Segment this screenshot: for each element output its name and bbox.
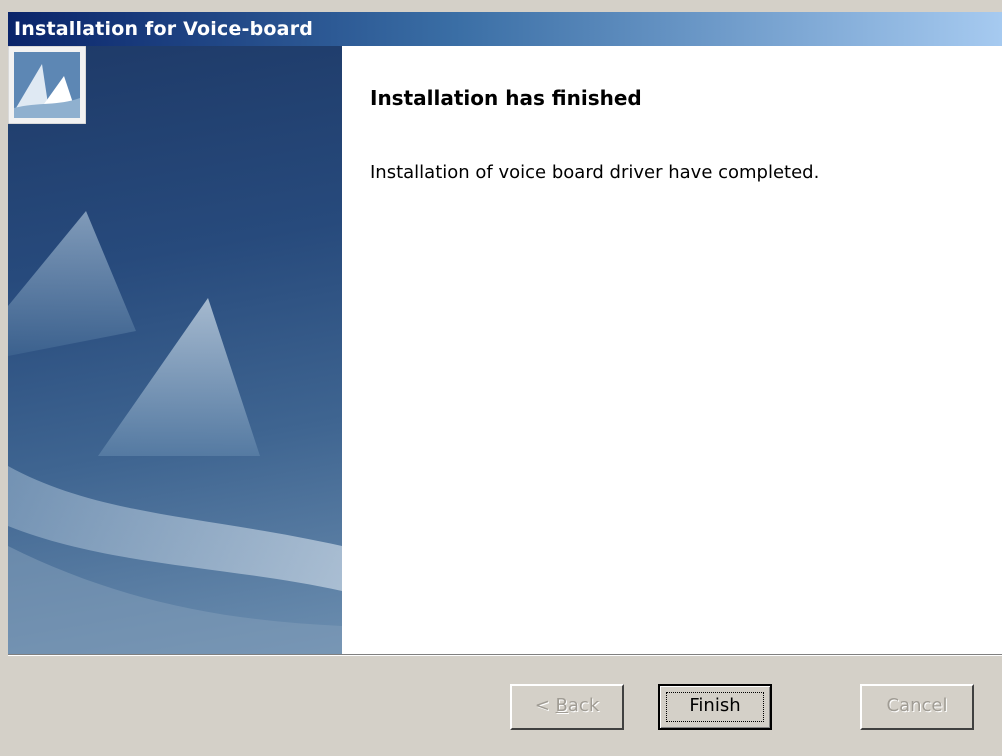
installer-logo-icon <box>8 46 86 124</box>
button-bar: < Back Finish Cancel <box>8 656 1002 756</box>
window-title: Installation for Voice-board <box>14 18 314 40</box>
title-bar[interactable]: Installation for Voice-board <box>8 12 1002 46</box>
finish-button[interactable]: Finish <box>658 684 772 730</box>
completion-message: Installation of voice board driver have … <box>370 162 820 183</box>
sail-shape-small <box>8 211 136 356</box>
finish-button-label: Finish <box>689 695 741 716</box>
side-banner-image <box>8 46 342 654</box>
page-heading: Installation has finished <box>370 86 642 110</box>
cancel-button-label: Cancel <box>886 695 948 716</box>
back-button-rest: ack <box>567 695 600 716</box>
banner-artwork <box>8 211 342 654</box>
back-button-mnemonic: B <box>555 695 568 716</box>
cancel-button[interactable]: Cancel <box>860 684 974 730</box>
back-button-prefix: < <box>534 695 556 716</box>
content-panel: Installation has finished Installation o… <box>342 46 1002 654</box>
back-button[interactable]: < Back <box>510 684 624 730</box>
installer-dialog: Installation for Voice-board Installatio… <box>0 0 1002 756</box>
